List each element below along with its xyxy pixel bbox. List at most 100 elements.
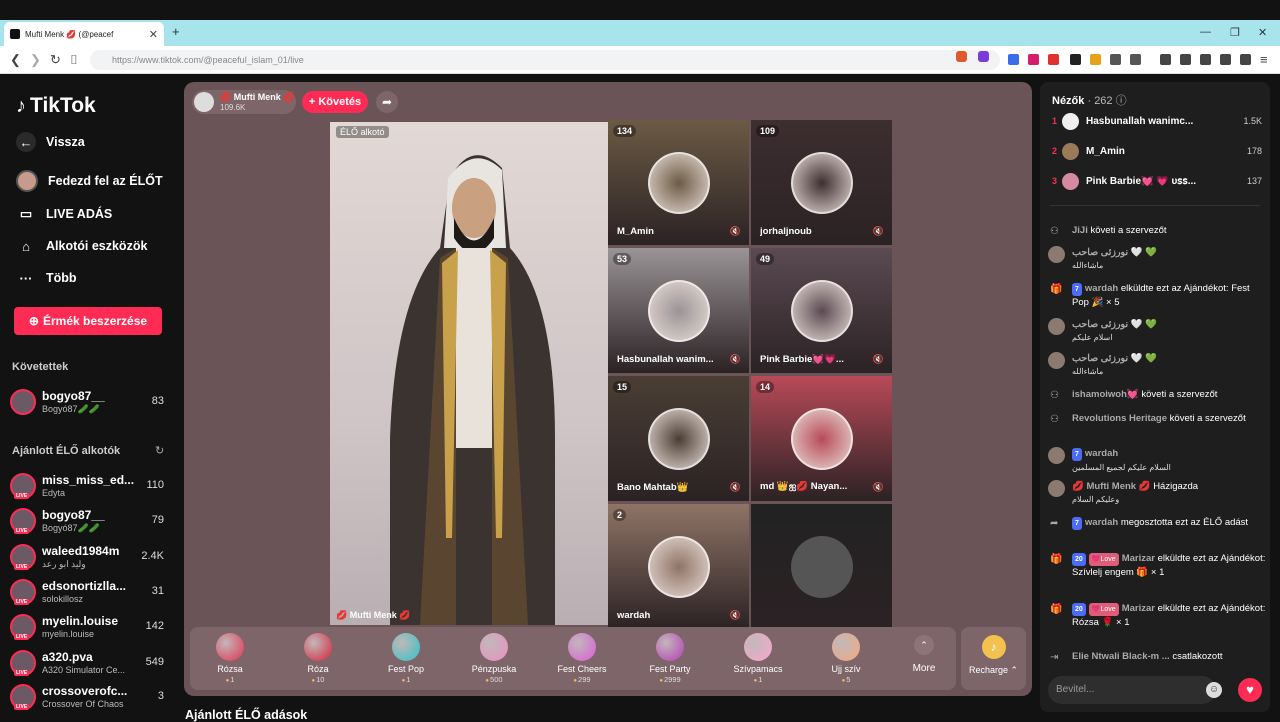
gift-item[interactable]: Rózsa1 <box>200 633 260 684</box>
viewer-score: 1.5K <box>1243 116 1262 126</box>
chat-username[interactable]: Revolutions Heritage <box>1072 413 1167 424</box>
back-icon[interactable]: ❮ <box>10 52 21 68</box>
guest-tile[interactable]: 53 Hasbunallah wanim... 🔇 <box>608 248 749 373</box>
chat-username[interactable]: JiJi <box>1072 225 1088 236</box>
extension-icon[interactable] <box>1028 54 1039 65</box>
recommended-user[interactable]: LIVE miss_miss_ed... Edyta 110 <box>10 471 168 503</box>
chat-username[interactable]: Marizar <box>1122 553 1155 564</box>
chat-username[interactable]: Elie Ntwali Black-m ... <box>1072 651 1170 662</box>
nav-explore-live[interactable]: Fedezd fel az ÉLŐT <box>16 170 163 192</box>
recommended-user[interactable]: LIVE edsonortizlla... solokillosz 31 <box>10 577 168 609</box>
avatar <box>16 170 38 192</box>
url-text: https://www.tiktok.com/@peaceful_islam_0… <box>112 55 304 65</box>
follow-button[interactable]: + Követés <box>302 91 368 113</box>
host-header[interactable]: 💋 Mufti Menk 💋 109.6K <box>192 90 296 114</box>
refresh-icon[interactable]: ↻ <box>155 444 164 457</box>
chat-input[interactable]: Bevitel... <box>1048 676 1216 704</box>
menu-icon[interactable]: ≡ <box>1260 52 1268 67</box>
nav-live[interactable]: ▭ LIVE ADÁS <box>16 204 112 224</box>
chat-username[interactable]: نورزئی صاحب 🤍 💚 <box>1072 319 1157 330</box>
viewers-header[interactable]: Nézők · 262 ⓘ <box>1052 92 1127 108</box>
guest-tile[interactable]: 49 Pink Barbie💓💗... 🔇 <box>751 248 892 373</box>
vpn-icon[interactable] <box>1240 54 1251 65</box>
chat-text: csatlakozott <box>1172 651 1223 662</box>
gift-item[interactable]: Ujj szív5 <box>816 633 876 684</box>
recommended-user[interactable]: LIVE bogyo87__ Bogyó87🥒🥒 79 <box>10 506 168 538</box>
recommended-header: Ajánlott ÉLŐ alkotók <box>12 445 121 457</box>
heart-icon[interactable]: ♥ <box>1238 678 1262 702</box>
browser-tab[interactable]: Mufti Menk 💋 (@peacef ✕ <box>4 22 164 46</box>
top-viewer[interactable]: 2 M_Amin 178 <box>1050 142 1262 162</box>
forward-icon[interactable]: ❯ <box>30 52 41 68</box>
nav-back[interactable]: ← Vissza <box>16 132 85 152</box>
chat-username[interactable]: نورزئی صاحب 🤍 💚 <box>1072 353 1157 364</box>
chat-username[interactable]: ishamoiwoh💓 <box>1072 389 1139 400</box>
gift-item[interactable]: Fest Pop1 <box>376 633 436 684</box>
music-icon[interactable] <box>1160 54 1171 65</box>
info-icon: ⓘ <box>1115 95 1127 107</box>
extension-icon[interactable] <box>1070 54 1081 65</box>
following-user[interactable]: bogyo87__ Bogyó87🥒🥒 83 <box>10 387 168 419</box>
chat-username[interactable]: نورزئی صاحب 🤍 💚 <box>1072 247 1157 258</box>
get-coins-button[interactable]: ⊕ Érmék beszerzése <box>14 307 162 335</box>
nav-more[interactable]: ··· Több <box>16 268 77 288</box>
guest-tile[interactable]: 14 md 👑ஐ💋 Nayan... 🔇 <box>751 376 892 501</box>
brave-shield-icon[interactable] <box>956 51 967 62</box>
extension-icon[interactable] <box>1110 54 1121 65</box>
close-window-icon[interactable]: ✕ <box>1258 26 1267 39</box>
guest-name: Hasbunallah wanim... <box>617 354 714 365</box>
minimize-icon[interactable]: — <box>1200 26 1211 38</box>
divider <box>1050 205 1260 206</box>
avatar <box>648 280 710 342</box>
new-tab-icon[interactable]: + <box>172 24 180 39</box>
extension-icon[interactable] <box>1048 54 1059 65</box>
guest-tile[interactable]: 109 jorhaljnoub 🔇 <box>751 120 892 245</box>
recharge-button[interactable]: ♪ Recharge ⌃ <box>961 627 1026 690</box>
guest-tile[interactable]: 15 Bano Mahtab👑 🔇 <box>608 376 749 501</box>
guest-tile[interactable]: 134 M_Amin 🔇 <box>608 120 749 245</box>
recommended-user[interactable]: LIVE waleed1984m وليد ابو رعد 2.4K <box>10 542 168 574</box>
recommended-user[interactable]: LIVE crossoverofc... Crossover Of Chaos … <box>10 682 168 714</box>
chat-username[interactable]: 💋 Mufti Menk 💋 <box>1072 481 1151 492</box>
guest-tile[interactable]: 2 wardah 🔇 <box>608 504 749 629</box>
share-icon[interactable]: ➦ <box>376 91 398 113</box>
extension-icon[interactable] <box>1090 54 1101 65</box>
translate-extension-icon[interactable] <box>1008 54 1019 65</box>
tiktok-favicon-icon <box>10 29 20 39</box>
wallet-icon[interactable] <box>1200 54 1211 65</box>
chat-username[interactable]: wardah <box>1085 448 1118 459</box>
extension-icon[interactable] <box>1130 54 1141 65</box>
recommended-user[interactable]: LIVE a320.pva A320 Simulator Ce... 549 <box>10 648 168 680</box>
url-field[interactable]: https://www.tiktok.com/@peaceful_islam_0… <box>90 50 1000 70</box>
chat-username[interactable]: Marizar <box>1122 603 1155 614</box>
more-gifts-button[interactable]: ⌃ More <box>904 635 944 674</box>
chat-username[interactable]: wardah <box>1085 517 1118 528</box>
guest-tile[interactable] <box>751 504 892 629</box>
leo-icon[interactable] <box>1220 54 1231 65</box>
chat-username[interactable]: wardah <box>1085 283 1118 294</box>
restore-icon[interactable]: ❐ <box>1230 26 1240 39</box>
recommended-user[interactable]: LIVE myelin.louise myelin.louise 142 <box>10 612 168 644</box>
sidebar-icon[interactable] <box>1180 54 1191 65</box>
gift-item[interactable]: Fest Cheers299 <box>552 633 612 684</box>
gift-item[interactable]: Róza10 <box>288 633 348 684</box>
follow-icon: ⚇ <box>1050 414 1059 425</box>
camera-icon: ▭ <box>19 206 33 221</box>
host-video[interactable]: ÉLŐ alkotó 💋 Mufti Menk 💋 <box>330 122 608 625</box>
emoji-icon[interactable]: ☺ <box>1206 682 1222 698</box>
nav-creator-tools[interactable]: ⌂ Alkotói eszközök <box>16 236 147 256</box>
close-tab-icon[interactable]: ✕ <box>149 28 158 41</box>
top-viewer[interactable]: 1 Hasbunallah wanimc... 1.5K <box>1050 112 1262 132</box>
chat-text: وعليكم السلام <box>1072 495 1120 504</box>
top-viewer[interactable]: 3 Pink Barbie💓 💗 ᴜꜱꜱ... 137 <box>1050 172 1262 192</box>
chat-message: ⚇ JiJi követi a szervezőt <box>1048 224 1266 237</box>
tiktok-logo[interactable]: ♪ TikTok <box>16 94 96 118</box>
bookmark-icon[interactable]: ⌷ <box>70 52 78 68</box>
viewer-name: Pink Barbie💓 💗 ᴜꜱꜱ... <box>1086 176 1197 187</box>
gift-item[interactable]: Fest Party2999 <box>640 633 700 684</box>
reload-icon[interactable]: ↻ <box>50 52 61 68</box>
gift-item[interactable]: Szívpamacs1 <box>728 633 788 684</box>
gift-item[interactable]: Pénzpuska500 <box>464 633 524 684</box>
brave-rewards-icon[interactable] <box>978 51 989 62</box>
chat-body: Revolutions Heritage követi a szervezőt <box>1072 412 1266 425</box>
